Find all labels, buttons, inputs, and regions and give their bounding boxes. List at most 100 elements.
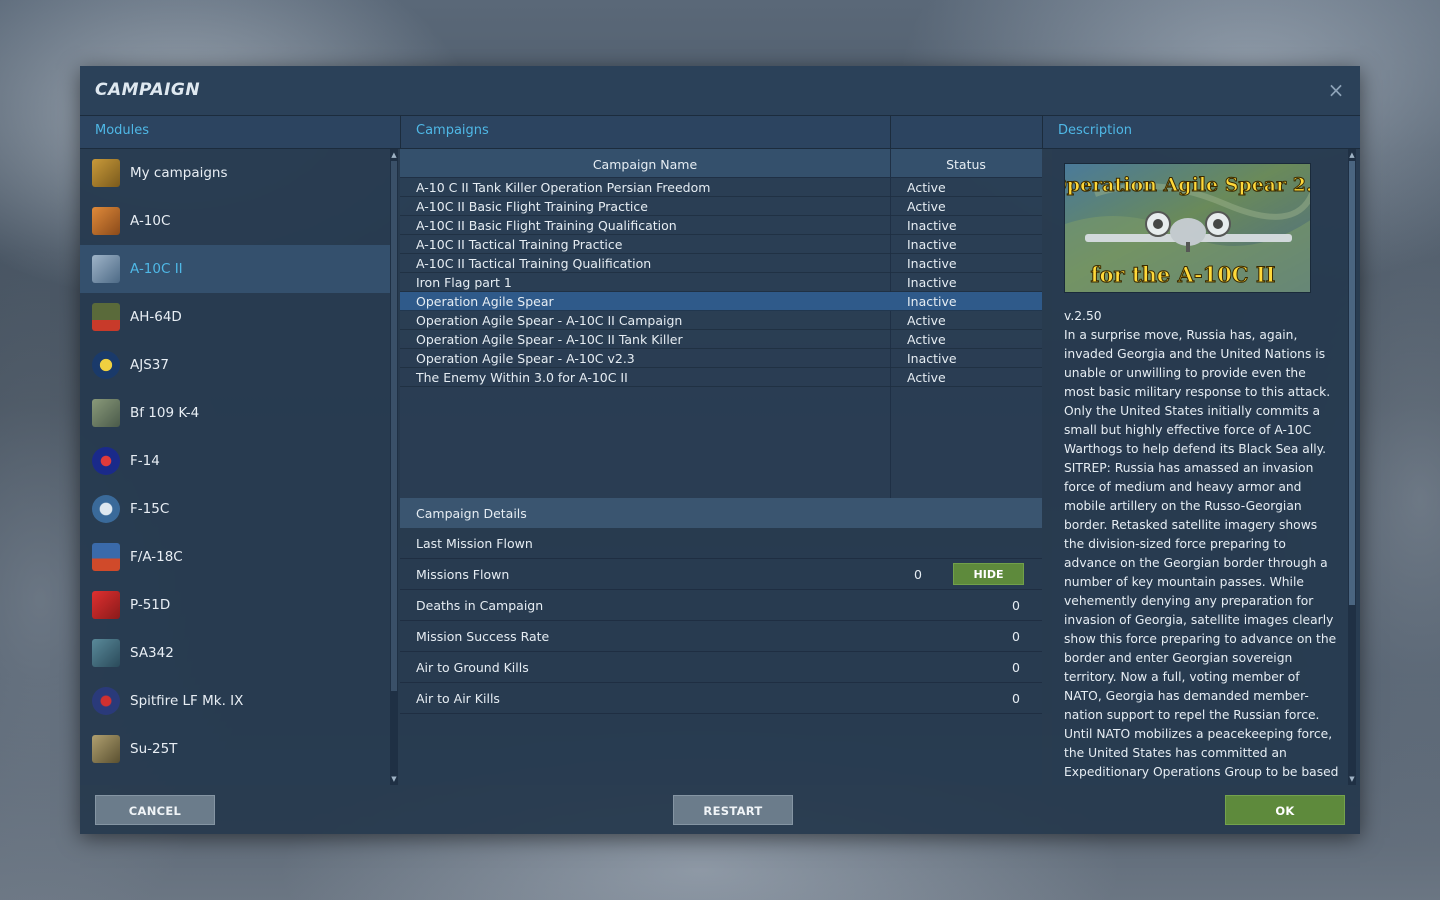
module-item-bf109[interactable]: Bf 109 K-4 xyxy=(80,389,390,437)
description-panel: Operation Agile Spear 2.3 for the A-10C … xyxy=(1052,149,1360,785)
campaign-status: Active xyxy=(907,332,946,347)
campaigns-table: Campaign Name Status A-10 C II Tank Kill… xyxy=(400,149,1042,498)
module-item-a-10c[interactable]: A-10C xyxy=(80,197,390,245)
modules-header: Modules xyxy=(80,116,400,149)
fa-18c-icon xyxy=(92,543,120,571)
module-item-f-15c[interactable]: F-15C xyxy=(80,485,390,533)
campaign-status: Inactive xyxy=(907,218,957,233)
campaign-details: Campaign Details Last Mission Flown Miss… xyxy=(400,498,1042,785)
description-header: Description xyxy=(1042,116,1360,149)
cancel-button[interactable]: CANCEL xyxy=(95,795,215,825)
campaign-name: A-10C II Tactical Training Qualification xyxy=(416,256,652,271)
table-row[interactable]: A-10 C II Tank Killer Operation Persian … xyxy=(400,178,1042,197)
module-item-my-campaigns[interactable]: My campaigns xyxy=(80,149,390,197)
deaths-row: Deaths in Campaign 0 xyxy=(400,590,1042,621)
scroll-down-icon[interactable]: ▼ xyxy=(390,775,398,783)
hide-button[interactable]: HIDE xyxy=(953,563,1024,585)
campaign-name: A-10 C II Tank Killer Operation Persian … xyxy=(416,180,711,195)
module-item-ajs37[interactable]: AJS37 xyxy=(80,341,390,389)
ag-kills-value: 0 xyxy=(1012,660,1020,675)
campaign-status: Active xyxy=(907,199,946,214)
campaign-name: Operation Agile Spear xyxy=(416,294,554,309)
table-row[interactable]: Iron Flag part 1 Inactive xyxy=(400,273,1042,292)
table-row[interactable]: Operation Agile Spear - A-10C II Tank Ki… xyxy=(400,330,1042,349)
p-51d-icon xyxy=(92,591,120,619)
modules-scrollbar[interactable]: ▲ ▼ xyxy=(390,149,398,785)
campaign-details-header: Campaign Details xyxy=(400,498,1042,528)
module-label: A-10C xyxy=(130,213,171,229)
dialog-title: CAMPAIGN xyxy=(95,80,201,100)
close-icon[interactable]: × xyxy=(1326,80,1346,100)
campaign-status: Active xyxy=(907,370,946,385)
aa-kills-value: 0 xyxy=(1012,691,1020,706)
description-scrollbar[interactable]: ▲ ▼ xyxy=(1348,149,1356,785)
restart-button[interactable]: RESTART xyxy=(673,795,793,825)
a-10c-ii-icon xyxy=(92,255,120,283)
campaign-status: Inactive xyxy=(907,351,957,366)
ajs37-icon xyxy=(92,351,120,379)
success-rate-label: Mission Success Rate xyxy=(416,629,550,644)
f-14-icon xyxy=(92,447,120,475)
column-header-status[interactable]: Status xyxy=(890,157,1042,172)
table-row[interactable]: A-10C II Tactical Training Qualification… xyxy=(400,254,1042,273)
modules-list: My campaigns A-10C A-10C II AH-64D AJS37… xyxy=(80,149,390,785)
missions-flown-row: Missions Flown 0 HIDE xyxy=(400,559,1042,590)
scroll-up-icon[interactable]: ▲ xyxy=(1348,151,1356,159)
table-row[interactable]: Operation Agile Spear - A-10C II Campaig… xyxy=(400,311,1042,330)
campaigns-header: Campaigns xyxy=(400,116,890,149)
campaign-name: Operation Agile Spear - A-10C II Tank Ki… xyxy=(416,332,683,347)
table-row-selected[interactable]: Operation Agile Spear Inactive xyxy=(400,292,1042,311)
campaign-name: Iron Flag part 1 xyxy=(416,275,512,290)
success-rate-value: 0 xyxy=(1012,629,1020,644)
description-scrollbar-thumb[interactable] xyxy=(1349,161,1355,605)
module-item-spitfire[interactable]: Spitfire LF Mk. IX xyxy=(80,677,390,725)
module-item-sa342[interactable]: SA342 xyxy=(80,629,390,677)
last-mission-flown-row: Last Mission Flown xyxy=(400,528,1042,559)
missions-flown-value: 0 xyxy=(914,567,922,582)
sa342-icon xyxy=(92,639,120,667)
title-bar: CAMPAIGN × xyxy=(80,66,1360,116)
deaths-value: 0 xyxy=(1012,598,1020,613)
module-label: Spitfire LF Mk. IX xyxy=(130,693,244,709)
success-rate-row: Mission Success Rate 0 xyxy=(400,621,1042,652)
last-mission-flown-label: Last Mission Flown xyxy=(416,536,533,551)
column-header-name[interactable]: Campaign Name xyxy=(400,157,890,172)
module-label: SA342 xyxy=(130,645,174,661)
spitfire-icon xyxy=(92,687,120,715)
module-item-f-14[interactable]: F-14 xyxy=(80,437,390,485)
ok-button[interactable]: OK xyxy=(1225,795,1345,825)
banner-title-bottom: for the A-10C II xyxy=(1091,262,1276,287)
campaign-banner-image: Operation Agile Spear 2.3 for the A-10C … xyxy=(1064,163,1311,293)
campaign-name: A-10C II Basic Flight Training Practice xyxy=(416,199,648,214)
a-10c-icon xyxy=(92,207,120,235)
campaigns-header-spacer xyxy=(890,116,1042,149)
module-item-su-25t[interactable]: Su-25T xyxy=(80,725,390,773)
module-item-ah-64d[interactable]: AH-64D xyxy=(80,293,390,341)
module-label: Su-25T xyxy=(130,741,178,757)
module-label: F-15C xyxy=(130,501,170,517)
module-item-a-10c-ii[interactable]: A-10C II xyxy=(80,245,390,293)
banner-title-top: Operation Agile Spear 2.3 xyxy=(1065,174,1311,196)
module-item-fa-18c[interactable]: F/A-18C xyxy=(80,533,390,581)
campaign-name: Operation Agile Spear - A-10C v2.3 xyxy=(416,351,635,366)
scroll-down-icon[interactable]: ▼ xyxy=(1348,775,1356,783)
description-paragraph: In a surprise move, Russia has, again, i… xyxy=(1064,328,1331,456)
table-row[interactable]: A-10C II Tactical Training Practice Inac… xyxy=(400,235,1042,254)
description-text: v.2.50 In a surprise move, Russia has, a… xyxy=(1064,307,1340,785)
table-row[interactable]: The Enemy Within 3.0 for A-10C II Active xyxy=(400,368,1042,387)
ag-kills-row: Air to Ground Kills 0 xyxy=(400,652,1042,683)
module-label: A-10C II xyxy=(130,261,183,277)
campaign-name: A-10C II Basic Flight Training Qualifica… xyxy=(416,218,677,233)
modules-scrollbar-thumb[interactable] xyxy=(391,161,397,691)
table-row[interactable]: A-10C II Basic Flight Training Qualifica… xyxy=(400,216,1042,235)
module-label: AJS37 xyxy=(130,357,169,373)
table-row[interactable]: Operation Agile Spear - A-10C v2.3 Inact… xyxy=(400,349,1042,368)
description-paragraph: SITREP: Russia has amassed an invasion f… xyxy=(1064,461,1339,785)
table-row[interactable]: A-10C II Basic Flight Training Practice … xyxy=(400,197,1042,216)
module-label: AH-64D xyxy=(130,309,182,325)
missions-flown-label: Missions Flown xyxy=(416,567,510,582)
scroll-up-icon[interactable]: ▲ xyxy=(390,151,398,159)
campaign-status: Inactive xyxy=(907,294,957,309)
module-item-p-51d[interactable]: P-51D xyxy=(80,581,390,629)
campaign-name: A-10C II Tactical Training Practice xyxy=(416,237,623,252)
